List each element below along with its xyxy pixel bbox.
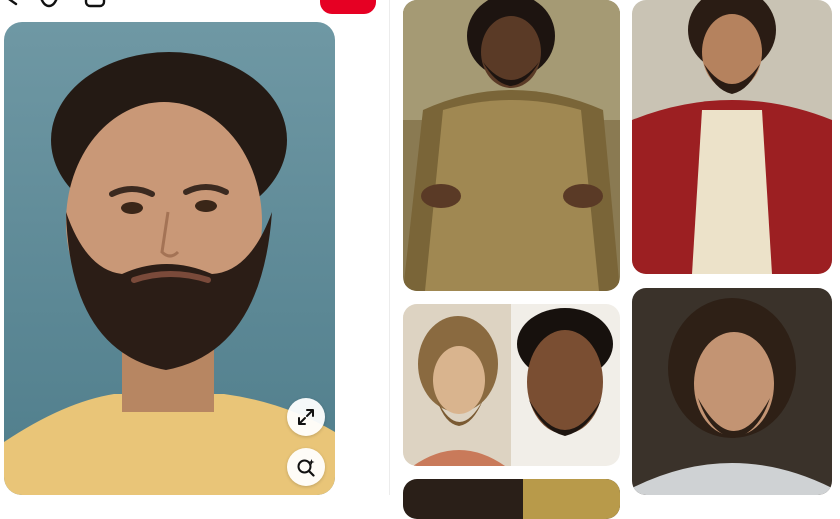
more-icon[interactable] bbox=[84, 0, 106, 8]
visual-search-icon bbox=[296, 457, 316, 477]
back-icon[interactable] bbox=[2, 0, 24, 8]
grid-pin[interactable] bbox=[632, 0, 832, 274]
share-icon[interactable] bbox=[38, 0, 60, 8]
grid-pin[interactable] bbox=[403, 479, 620, 519]
expand-icon bbox=[296, 407, 316, 427]
column-divider bbox=[389, 0, 390, 495]
grid-pin[interactable] bbox=[403, 304, 620, 466]
save-button[interactable] bbox=[320, 0, 376, 14]
main-pin-image[interactable] bbox=[4, 22, 335, 495]
visual-search-button[interactable] bbox=[287, 448, 325, 486]
expand-button[interactable] bbox=[287, 398, 325, 436]
grid-pin[interactable] bbox=[632, 288, 832, 495]
grid-pin[interactable] bbox=[403, 0, 620, 291]
